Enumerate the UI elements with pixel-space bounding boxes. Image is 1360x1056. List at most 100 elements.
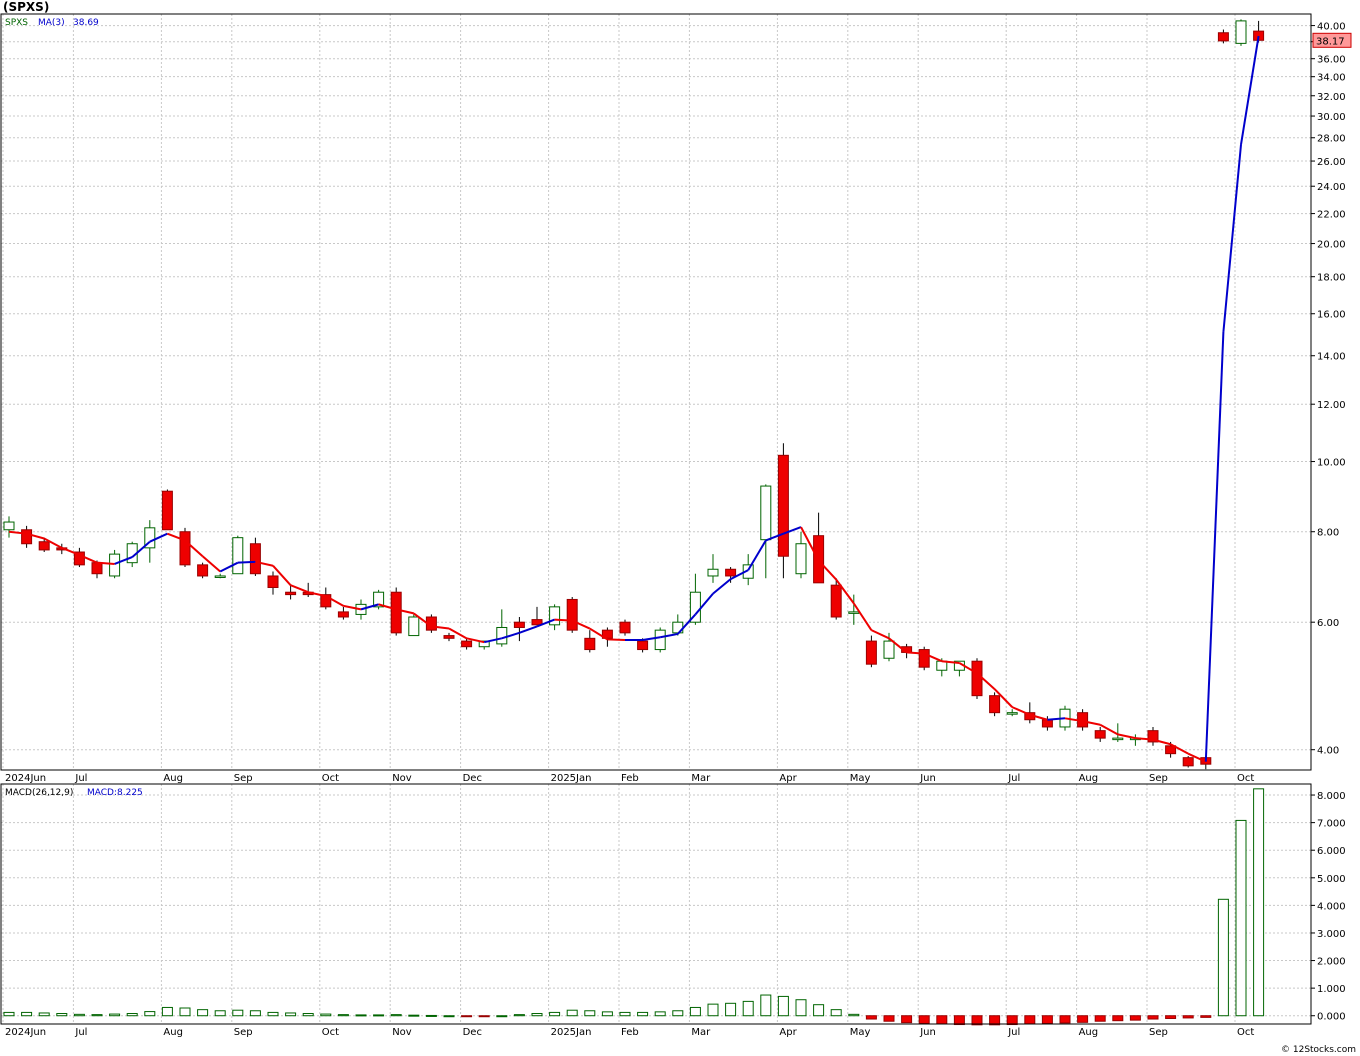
x-tick-label: Jul bbox=[74, 1027, 87, 1038]
last-price-label: 38.17 bbox=[1316, 36, 1345, 47]
macd-bar bbox=[109, 1013, 121, 1017]
macd-bar bbox=[161, 1006, 173, 1017]
y-tick-label: 24.00 bbox=[1317, 182, 1346, 193]
ma-line bbox=[8, 35, 1260, 763]
ma-segment bbox=[906, 651, 925, 655]
candle-body bbox=[408, 616, 420, 637]
ma-segment bbox=[870, 629, 890, 640]
macd-bar bbox=[707, 1003, 719, 1017]
legend-symbol: SPXS bbox=[5, 18, 28, 28]
y-tick-label: 30.00 bbox=[1317, 112, 1346, 123]
macd-legend-value: MACD:8.225 bbox=[87, 788, 143, 798]
candle-body bbox=[443, 635, 455, 639]
candle-body bbox=[584, 637, 596, 651]
macd-bar bbox=[179, 1007, 191, 1017]
macd-bar bbox=[901, 1015, 913, 1024]
y-tick-label: 3.000 bbox=[1317, 929, 1346, 940]
macd-date-axis: 2024Jun Jul Aug Sep Oct Nov Dec 2025Jan Feb Mar Ap… bbox=[5, 1027, 1254, 1038]
x-tick-label: Aug bbox=[163, 773, 183, 784]
x-tick-label: Oct bbox=[1237, 773, 1254, 784]
macd-bar bbox=[513, 1014, 525, 1017]
candle-body bbox=[725, 568, 737, 577]
y-tick-label: 40.00 bbox=[1317, 22, 1346, 33]
macd-bar bbox=[337, 1014, 349, 1017]
candle-body bbox=[3, 521, 15, 531]
macd-bar bbox=[689, 1006, 701, 1017]
macd-bar bbox=[197, 1009, 209, 1017]
footer-credit: © 12Stocks.com bbox=[1281, 1045, 1356, 1055]
macd-bar bbox=[126, 1013, 138, 1017]
y-tick-label: 4.00 bbox=[1317, 746, 1339, 757]
candle-body bbox=[865, 640, 877, 665]
x-tick-label: Sep bbox=[1149, 773, 1168, 784]
candle-body bbox=[883, 640, 895, 659]
y-tick-label: 8.000 bbox=[1317, 791, 1346, 802]
y-tick-label: 8.00 bbox=[1317, 528, 1339, 539]
macd-bar bbox=[1041, 1015, 1053, 1024]
y-tick-label: 22.00 bbox=[1317, 210, 1346, 221]
macd-bar bbox=[373, 1014, 385, 1017]
candle-body bbox=[214, 575, 226, 578]
candle-body bbox=[285, 591, 297, 596]
candle-body bbox=[1235, 20, 1247, 44]
y-tick-label: 36.00 bbox=[1317, 55, 1346, 66]
macd-bar bbox=[584, 1010, 596, 1017]
macd-bar bbox=[21, 1011, 33, 1017]
candle-body bbox=[989, 695, 1001, 714]
macd-bar bbox=[1094, 1015, 1106, 1022]
x-tick-label: Jun bbox=[919, 773, 936, 784]
macd-bar bbox=[461, 1015, 473, 1018]
x-tick-label: Oct bbox=[1237, 1027, 1254, 1038]
candle-body bbox=[21, 529, 33, 545]
ma-segment bbox=[1240, 35, 1260, 145]
macd-bar bbox=[989, 1015, 1001, 1026]
ma-segment bbox=[1047, 717, 1066, 721]
x-tick-label: Apr bbox=[779, 773, 797, 784]
macd-bar bbox=[1200, 1015, 1212, 1018]
macd-bar bbox=[1112, 1015, 1124, 1022]
x-tick-label: Dec bbox=[463, 773, 482, 784]
macd-bar bbox=[619, 1011, 631, 1017]
x-tick-label: Sep bbox=[1149, 1027, 1168, 1038]
y-tick-label: 12.00 bbox=[1317, 400, 1346, 411]
candle-body bbox=[109, 553, 121, 577]
ma-segment bbox=[607, 638, 626, 641]
candle-body bbox=[161, 490, 173, 531]
x-tick-label: May bbox=[850, 1027, 871, 1038]
x-tick-label: Dec bbox=[463, 1027, 482, 1038]
y-tick-label: 14.00 bbox=[1317, 352, 1346, 363]
candle-body bbox=[249, 543, 261, 575]
ma-segment bbox=[290, 584, 309, 594]
candle-body bbox=[707, 568, 719, 577]
y-tick-label: 6.000 bbox=[1317, 846, 1346, 857]
candle-body bbox=[337, 611, 349, 618]
macd-bar bbox=[637, 1011, 649, 1017]
macd-grid bbox=[1, 784, 1311, 1024]
macd-bar bbox=[1165, 1015, 1177, 1019]
x-tick-label: 2025Jan bbox=[551, 1027, 592, 1038]
x-tick-label: Jul bbox=[1007, 1027, 1020, 1038]
candle-body bbox=[549, 606, 561, 626]
ma-segment bbox=[554, 618, 573, 622]
y-tick-label: 5.000 bbox=[1317, 874, 1346, 885]
macd-bar bbox=[953, 1015, 965, 1026]
candle-body bbox=[619, 621, 631, 634]
y-tick-label: 2.000 bbox=[1317, 957, 1346, 968]
macd-axis: 0.000 1.000 2.000 3.000 4.000 5.000 6.000 7.000… bbox=[1311, 791, 1346, 1023]
candle-body bbox=[461, 640, 473, 648]
candle-body bbox=[654, 629, 666, 651]
macd-bar bbox=[936, 1015, 948, 1025]
macd-bar bbox=[408, 1014, 420, 1017]
candle-body bbox=[830, 584, 842, 618]
candle-body bbox=[38, 541, 50, 551]
candle-body bbox=[918, 649, 930, 668]
x-tick-label: Jul bbox=[1007, 773, 1020, 784]
y-tick-label: 1.000 bbox=[1317, 984, 1346, 995]
y-tick-label: 32.00 bbox=[1317, 92, 1346, 103]
candle-body bbox=[390, 591, 402, 634]
macd-bar bbox=[56, 1013, 68, 1017]
macd-legend-name: MACD(26,12,9) bbox=[5, 788, 73, 798]
candle-body bbox=[1112, 737, 1124, 741]
x-tick-label: Aug bbox=[1079, 1027, 1099, 1038]
macd-bar bbox=[601, 1011, 613, 1017]
